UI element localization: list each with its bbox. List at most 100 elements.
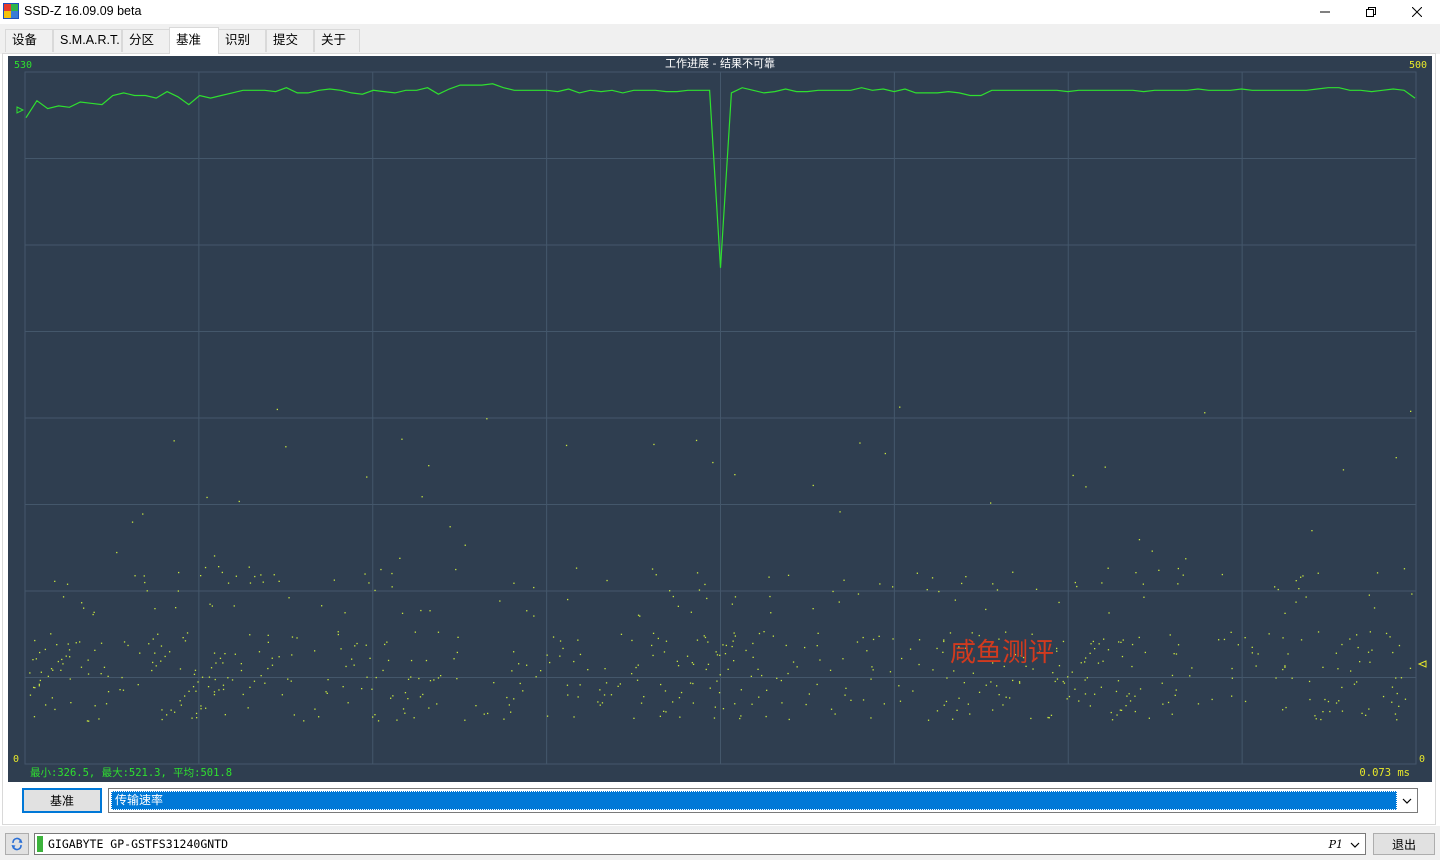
- restore-button[interactable]: [1348, 0, 1394, 24]
- tab-partition[interactable]: 分区: [122, 29, 170, 52]
- drive-status-indicator: [37, 836, 43, 852]
- latency-dot: [739, 717, 741, 720]
- latency-dot: [371, 688, 373, 690]
- latency-dot: [1361, 712, 1363, 714]
- latency-dot: [1122, 639, 1124, 641]
- latency-dot: [958, 697, 960, 699]
- latency-dot: [160, 660, 162, 662]
- latency-dot: [1067, 676, 1069, 678]
- latency-dot: [75, 642, 77, 644]
- latency-dot: [680, 691, 683, 694]
- latency-dot: [347, 702, 349, 704]
- latency-dot: [1071, 671, 1073, 673]
- tab-submit[interactable]: 提交: [266, 29, 314, 52]
- latency-dot: [116, 551, 118, 554]
- latency-dot: [38, 683, 40, 685]
- latency-dot: [506, 696, 508, 699]
- latency-dot: [238, 500, 240, 503]
- latency-dot: [380, 568, 382, 571]
- latency-dot: [844, 694, 846, 696]
- latency-dot: [361, 688, 363, 690]
- latency-dot: [1085, 486, 1087, 488]
- latency-dot: [342, 686, 344, 688]
- latency-dot: [487, 712, 489, 715]
- latency-dot: [1365, 714, 1367, 716]
- latency-dot: [94, 649, 96, 651]
- latency-dot: [508, 704, 510, 706]
- latency-dot: [231, 679, 234, 681]
- minimize-button[interactable]: [1302, 0, 1348, 24]
- latency-dot: [637, 664, 639, 666]
- latency-dot: [540, 670, 542, 672]
- latency-dot: [184, 695, 186, 697]
- latency-dot: [956, 709, 958, 711]
- close-button[interactable]: [1394, 0, 1440, 24]
- latency-dot: [271, 664, 274, 666]
- refresh-button[interactable]: [5, 833, 29, 855]
- latency-dot: [565, 444, 568, 447]
- latency-dot: [369, 657, 371, 659]
- latency-dot: [419, 696, 422, 698]
- latency-dot: [240, 663, 242, 665]
- benchmark-button[interactable]: 基准: [22, 788, 102, 813]
- tab-device[interactable]: 设备: [5, 29, 53, 52]
- latency-dot: [761, 674, 763, 677]
- latency-dot: [1244, 637, 1246, 639]
- latency-dot: [704, 636, 707, 639]
- latency-dot: [1398, 705, 1400, 707]
- latency-dot: [391, 572, 393, 575]
- latency-dot: [1369, 661, 1371, 663]
- latency-dot: [1282, 668, 1284, 671]
- latency-dot: [998, 694, 1000, 696]
- status-bar: GIGABYTE GP-GSTFS31240GNTD P1 退出: [0, 826, 1440, 860]
- latency-dot: [1302, 575, 1304, 577]
- tab-benchmark[interactable]: 基准: [169, 27, 219, 54]
- latency-dot: [219, 657, 222, 659]
- latency-dot: [1322, 666, 1324, 668]
- latency-dot: [1128, 693, 1130, 695]
- metric-select[interactable]: 传输速率: [108, 788, 1418, 813]
- latency-dot: [1138, 539, 1141, 541]
- tab-identify[interactable]: 识别: [218, 29, 266, 52]
- latency-dot: [258, 651, 261, 653]
- latency-dot: [830, 708, 833, 710]
- exit-button[interactable]: 退出: [1373, 833, 1435, 855]
- latency-dot: [727, 668, 729, 670]
- refresh-icon: [11, 837, 23, 851]
- latency-dot: [770, 612, 772, 614]
- latency-dot: [1173, 653, 1175, 655]
- latency-dot: [81, 602, 83, 604]
- latency-dot: [327, 679, 329, 681]
- tab-about[interactable]: 关于: [314, 29, 360, 52]
- latency-dot: [1411, 593, 1413, 595]
- latency-dot: [597, 701, 599, 703]
- latency-dot: [314, 708, 316, 710]
- latency-dot: [200, 708, 202, 710]
- latency-dot: [249, 582, 252, 584]
- drive-select[interactable]: GIGABYTE GP-GSTFS31240GNTD P1: [34, 833, 1366, 855]
- latency-dot: [1322, 711, 1324, 713]
- latency-dot: [636, 679, 639, 681]
- latency-dot: [1056, 678, 1059, 680]
- latency-dot: [1308, 680, 1311, 683]
- title-bar: SSD-Z 16.09.09 beta: [0, 0, 1440, 24]
- latency-dot: [421, 496, 423, 498]
- latency-dot: [391, 586, 393, 588]
- latency-dot: [932, 669, 934, 671]
- latency-dot: [278, 580, 280, 582]
- latency-dot: [926, 589, 928, 591]
- latency-dot: [337, 631, 339, 633]
- latency-dot: [196, 717, 198, 719]
- tab-smart[interactable]: S.M.A.R.T.: [53, 29, 122, 52]
- latency-dot: [1341, 686, 1343, 689]
- latency-dot: [719, 654, 721, 656]
- latency-dot: [39, 679, 41, 682]
- latency-dot: [87, 673, 90, 675]
- latency-dot: [173, 440, 175, 442]
- latency-dot: [100, 642, 103, 644]
- latency-dot: [1300, 639, 1303, 641]
- latency-dot: [1314, 715, 1316, 717]
- latency-dot: [745, 649, 747, 652]
- latency-dot: [194, 669, 197, 671]
- latency-dot: [224, 714, 226, 716]
